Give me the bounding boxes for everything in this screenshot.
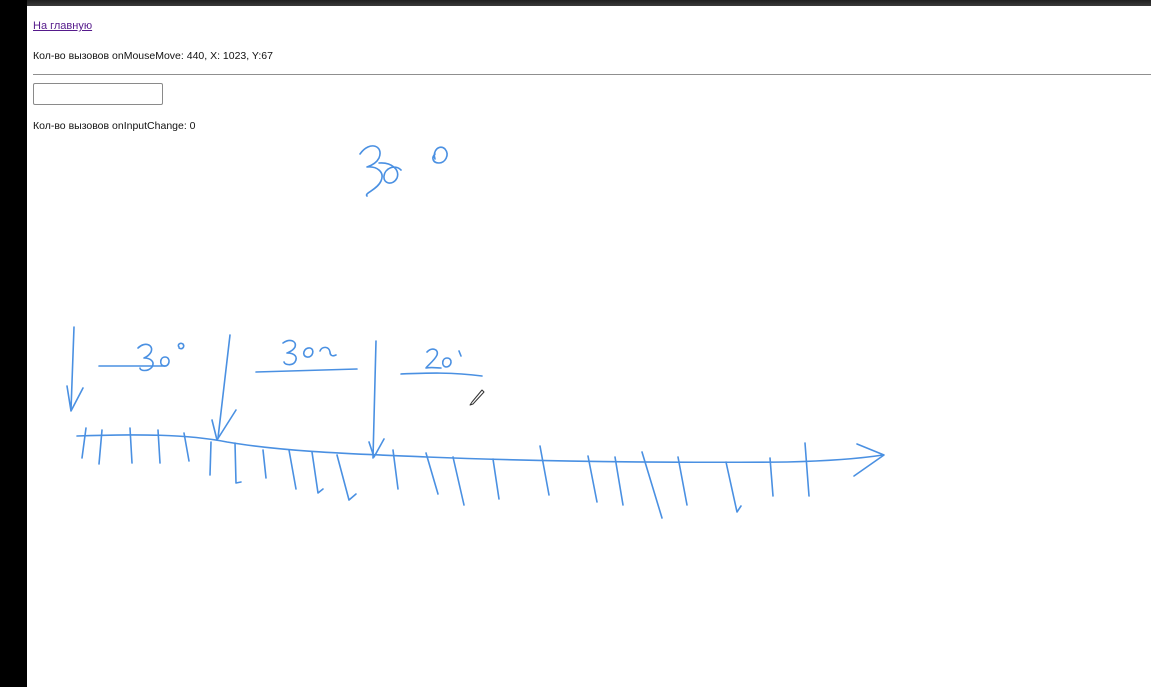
handwritten-300-top [359, 145, 448, 197]
number-line-ticks [81, 427, 810, 519]
arrow-middle-left [211, 334, 237, 441]
handwritten-annotation [66, 145, 885, 519]
mouse-move-status: Кол-во вызовов onMouseMove: 440, X: 1023… [33, 50, 273, 62]
text-input[interactable] [33, 83, 163, 105]
arrow-middle-right [368, 340, 385, 459]
page: На главную Кол-во вызовов onMouseMove: 4… [27, 0, 1151, 687]
home-link[interactable]: На главную [33, 20, 92, 32]
browser-top-strip [27, 0, 1151, 6]
pen-cursor-icon [469, 389, 485, 406]
input-change-status: Кол-во вызовов onInputChange: 0 [33, 120, 196, 132]
segment-label-200 [400, 348, 483, 377]
segment-label-300-2 [255, 339, 358, 373]
horizontal-divider [33, 74, 1151, 75]
arrow-left [66, 326, 84, 412]
segment-label-300-1 [98, 342, 185, 372]
number-line-axis [76, 434, 885, 477]
